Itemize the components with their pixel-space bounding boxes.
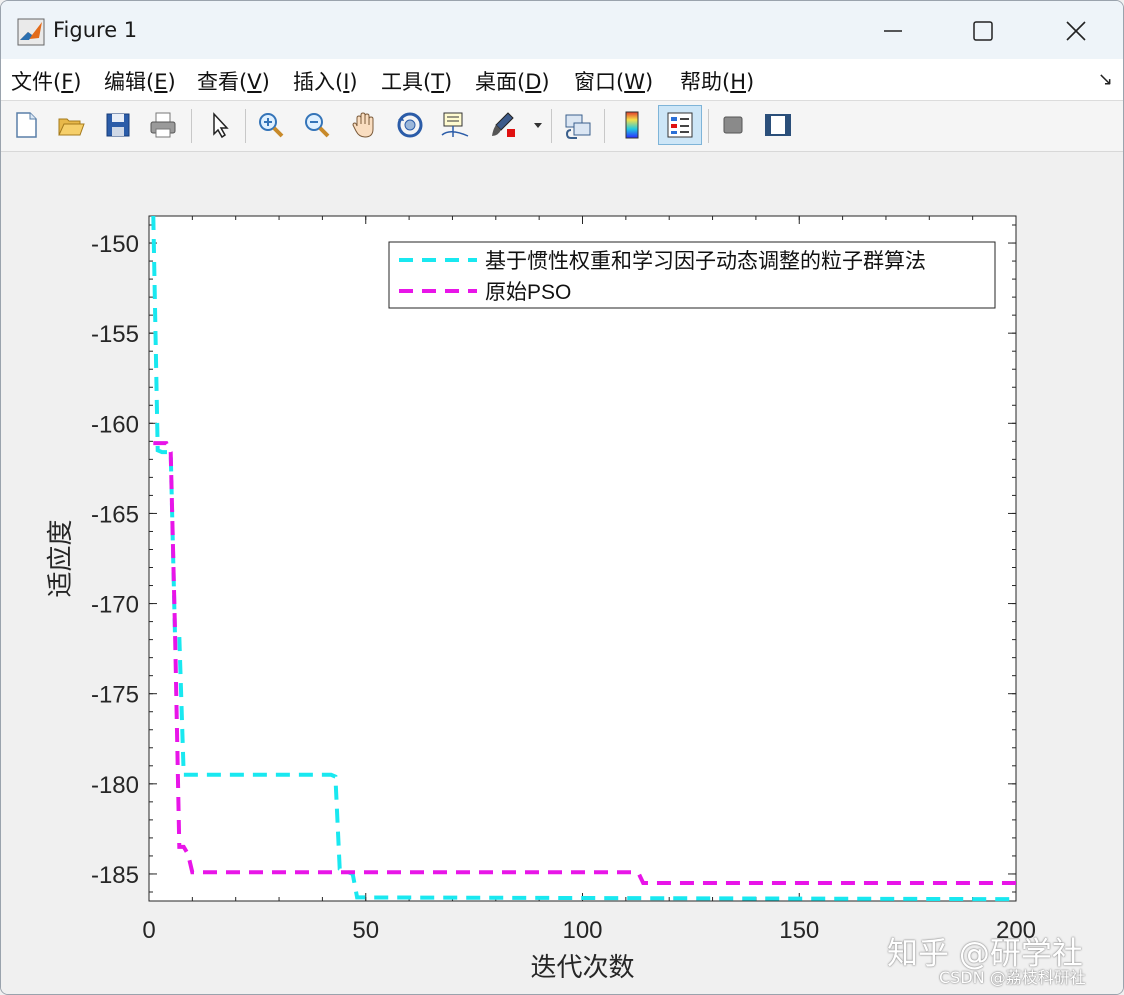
data-cursor-button[interactable] <box>437 107 473 143</box>
maximize-icon <box>973 21 993 41</box>
colorbar-button[interactable] <box>614 107 650 143</box>
pan-button[interactable] <box>346 107 382 143</box>
menu-bar: 文件(F) 编辑(E) 查看(V) 插入(I) 工具(T) 桌面(D) 窗口(W… <box>1 59 1123 101</box>
x-tick-label: 150 <box>779 917 819 944</box>
toolbar-separator <box>551 109 552 143</box>
watermark-csdn: CSDN @荔枝科研社 <box>939 968 1086 987</box>
y-axis-label: 适应度 <box>45 519 75 597</box>
print-button[interactable] <box>145 107 181 143</box>
legend-entry-label: 基于惯性权重和学习因子动态调整的粒子群算法 <box>485 250 926 273</box>
title-bar: Figure 1 <box>1 1 1123 59</box>
toolbar-separator <box>604 109 605 143</box>
chevron-down-icon <box>534 123 542 128</box>
menu-tools[interactable]: 工具(T) <box>381 66 452 96</box>
minimize-button[interactable] <box>865 11 921 51</box>
maximize-button[interactable] <box>955 11 1011 51</box>
show-plot-tools-icon <box>765 114 791 136</box>
legend-icon <box>667 112 693 138</box>
zoom-out-button[interactable] <box>299 107 335 143</box>
brush-dropdown[interactable] <box>528 107 548 143</box>
zoom-in-icon <box>259 113 284 138</box>
figure-toolbar <box>1 101 1123 152</box>
plot-area[interactable] <box>149 216 1016 901</box>
toolbar-separator <box>245 109 246 143</box>
y-tick-label: -170 <box>91 592 139 619</box>
menu-window[interactable]: 窗口(W) <box>574 66 653 96</box>
zoom-in-button[interactable] <box>253 107 289 143</box>
dock-arrow-icon[interactable]: ↘ <box>1098 69 1113 90</box>
select-arrow-icon <box>213 112 229 139</box>
menu-edit[interactable]: 编辑(E) <box>104 66 176 96</box>
matlab-logo-icon <box>17 18 45 46</box>
close-button[interactable] <box>1048 11 1104 51</box>
y-tick-label: -175 <box>91 682 139 709</box>
y-tick-label: -160 <box>91 411 139 438</box>
figure-window: Figure 1 文件(F) 编辑(E) 查看(V) 插入(I) 工具(T) 桌… <box>0 0 1124 995</box>
x-tick-label: 0 <box>142 917 155 944</box>
link-plot-icon <box>565 114 591 139</box>
pan-hand-icon <box>352 112 374 138</box>
legend-button[interactable] <box>658 105 702 145</box>
select-button[interactable] <box>201 107 237 143</box>
x-axis-label: 迭代次数 <box>530 952 634 982</box>
y-tick-label: -150 <box>91 231 139 258</box>
menu-help[interactable]: 帮助(H) <box>680 66 754 96</box>
link-plot-button[interactable] <box>560 107 596 143</box>
new-figure-button[interactable] <box>8 107 44 143</box>
hide-plot-tools-button[interactable] <box>715 107 751 143</box>
close-icon <box>1066 21 1086 41</box>
menu-file[interactable]: 文件(F) <box>11 66 82 96</box>
menu-insert[interactable]: 插入(I) <box>293 66 358 96</box>
y-tick-label: -180 <box>91 772 139 799</box>
zoom-out-icon <box>305 113 330 138</box>
minimize-icon <box>884 30 902 32</box>
data-cursor-icon <box>441 112 469 137</box>
open-file-button[interactable] <box>53 107 89 143</box>
toolbar-separator <box>191 109 192 143</box>
plot-svg[interactable]: 0 50 100 150 200-150-155-160-165-170-175-180… <box>1 152 1123 994</box>
figure-canvas: 0 50 100 150 200 -150 -155 -160 -165 -170 -175 -180… <box>1 152 1123 994</box>
window-title: Figure 1 <box>53 18 138 42</box>
menu-view[interactable]: 查看(V) <box>197 66 270 96</box>
toolbar-separator <box>708 109 709 143</box>
rotate-3d-icon <box>397 112 423 138</box>
hide-plot-tools-icon <box>723 116 743 134</box>
rotate-3d-button[interactable] <box>392 107 428 143</box>
open-file-icon <box>58 118 85 136</box>
brush-button[interactable] <box>485 107 521 143</box>
legend-entry-label: 原始PSO <box>485 281 571 304</box>
save-button[interactable] <box>100 107 136 143</box>
save-icon <box>106 113 130 137</box>
x-tick-label: 50 <box>352 917 379 944</box>
print-icon <box>150 112 176 138</box>
colorbar-icon <box>625 111 639 139</box>
y-tick-label: -165 <box>91 501 139 528</box>
menu-desktop[interactable]: 桌面(D) <box>475 66 550 96</box>
new-figure-icon <box>16 112 37 138</box>
y-tick-label: -155 <box>91 321 139 348</box>
brush-icon <box>492 112 515 137</box>
y-tick-label: -185 <box>91 862 139 889</box>
x-tick-label: 100 <box>562 917 602 944</box>
show-plot-tools-button[interactable] <box>760 107 796 143</box>
